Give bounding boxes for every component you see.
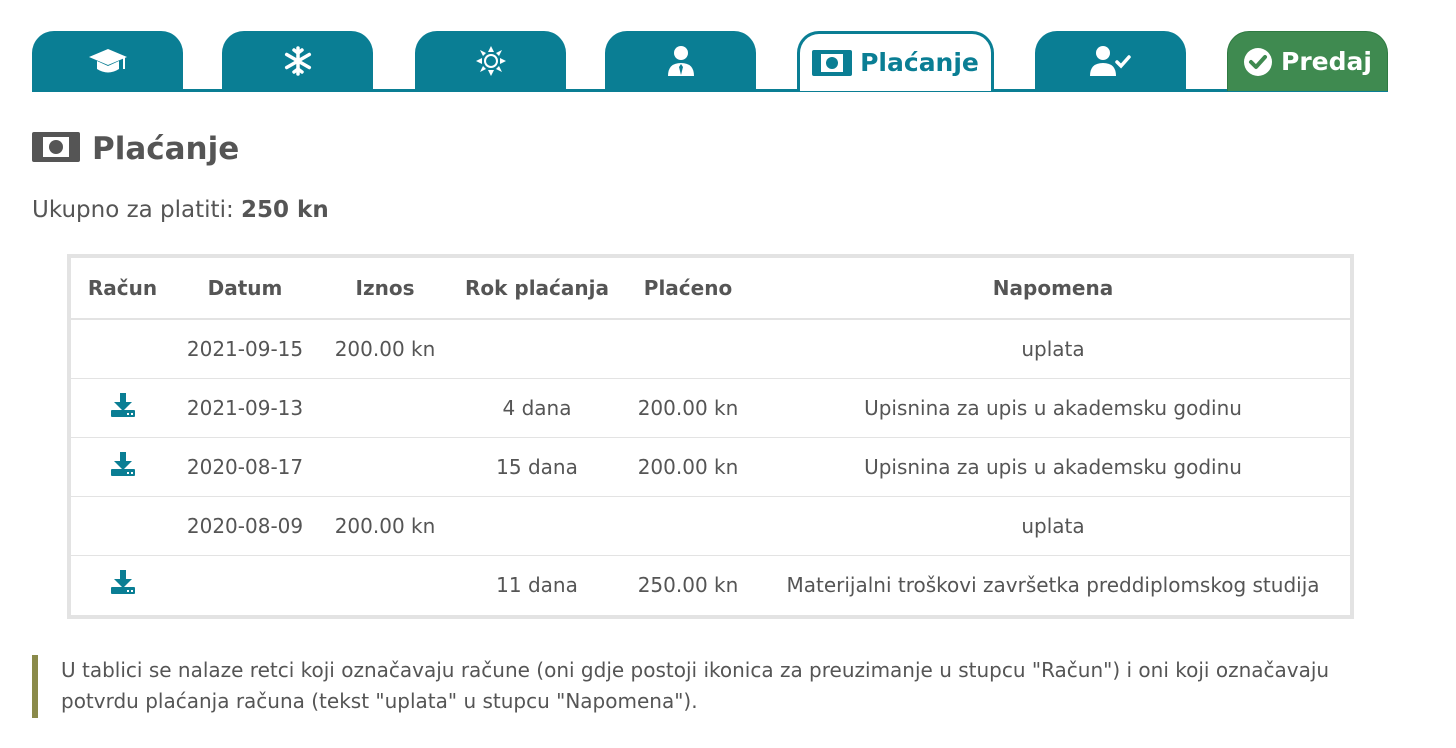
cell-racun	[71, 437, 174, 497]
cell-napomena: Upisnina za upis u akademsku godinu	[756, 378, 1350, 438]
tab-submit-label: Predaj	[1281, 47, 1372, 76]
payments-table: Račun Datum Iznos Rok plaćanja Plaćeno N…	[67, 254, 1354, 619]
cell-napomena: uplata	[756, 496, 1350, 556]
header-rok-placanja: Rok plaćanja	[454, 258, 620, 320]
cell-rok-placanja: 11 dana	[496, 572, 578, 597]
cell-napomena: Materijalni troškovi završetka preddiplo…	[786, 572, 1320, 597]
download-icon[interactable]	[110, 392, 136, 423]
tab-payment[interactable]: Plaćanje	[797, 31, 994, 91]
table-row: 2020-08-09 200.00 kn uplata	[71, 496, 1350, 556]
cell-racun	[71, 555, 174, 614]
cell-placeno: 200.00 kn	[620, 378, 756, 438]
tab-submit[interactable]: Predaj	[1227, 31, 1388, 91]
cell-placeno: 200.00 kn	[620, 437, 756, 497]
cell-racun	[71, 496, 174, 556]
cell-iznos	[316, 378, 454, 438]
check-circle-icon	[1243, 47, 1273, 77]
header-datum: Datum	[174, 258, 316, 320]
cell-rok-placanja: 4 dana	[454, 378, 620, 438]
table-row: 2021-09-13 4 dana 200.00 kn Upisnina za upi…	[71, 378, 1350, 438]
cell-placeno: 250.00 kn	[637, 572, 739, 597]
cell-datum	[174, 555, 316, 614]
info-note: U tablici se nalaze retci koji označavaj…	[32, 655, 1392, 718]
page-heading: Plaćanje	[32, 131, 239, 167]
cell-iznos: 200.00 kn	[316, 496, 454, 556]
header-napomena: Napomena	[756, 258, 1350, 320]
cell-iznos	[316, 437, 454, 497]
tab-bar: Plaćanje Predaj	[32, 0, 1388, 93]
cell-datum: 2021-09-13	[174, 378, 316, 438]
header-iznos: Iznos	[316, 258, 454, 320]
download-icon[interactable]	[110, 569, 136, 600]
note-line-2: potvrdu plaćanja računa (tekst "uplata" …	[61, 689, 698, 713]
graduation-cap-icon	[88, 46, 128, 76]
snowflake-icon	[283, 46, 313, 76]
tab-personal[interactable]	[605, 31, 756, 91]
note-line-1: U tablici se nalaze retci koji označavaj…	[61, 658, 1330, 682]
cell-iznos: 200.00 kn	[316, 319, 454, 379]
cell-napomena: uplata	[756, 319, 1350, 379]
tab-winter[interactable]	[222, 31, 373, 91]
tab-summer[interactable]	[415, 31, 566, 91]
user-tie-icon	[667, 45, 695, 77]
user-check-icon	[1089, 45, 1132, 77]
tab-education[interactable]	[32, 31, 183, 91]
cell-placeno	[620, 496, 756, 556]
money-bill-icon	[32, 132, 80, 166]
table-header-row: Račun Datum Iznos Rok plaćanja Plaćeno N…	[71, 258, 1350, 320]
cell-racun	[71, 378, 174, 438]
table-row: 11 dana 250.00 kn Materijalni troškovi zav…	[71, 555, 1350, 614]
cell-datum: 2020-08-09	[174, 496, 316, 556]
cell-racun	[71, 319, 174, 379]
total-amount: Ukupno za platiti: 250 kn	[32, 197, 329, 223]
cell-rok-placanja: 15 dana	[454, 437, 620, 497]
money-bill-icon	[812, 49, 853, 76]
header-placeno: Plaćeno	[620, 258, 756, 320]
cell-napomena: Upisnina za upis u akademsku godinu	[756, 437, 1350, 497]
total-value: 250 kn	[241, 197, 329, 223]
total-label: Ukupno za platiti:	[32, 197, 234, 223]
tab-confirmation[interactable]	[1035, 31, 1186, 91]
sun-icon	[475, 45, 507, 77]
tab-payment-label: Plaćanje	[860, 48, 979, 77]
table-row: 2020-08-17 15 dana 200.00 kn Upisnina za up…	[71, 437, 1350, 497]
table-row: 2021-09-15 200.00 kn uplata	[71, 319, 1350, 379]
cell-rok-placanja	[454, 319, 620, 379]
cell-datum: 2021-09-15	[174, 319, 316, 379]
cell-datum: 2020-08-17	[174, 437, 316, 497]
cell-rok-placanja	[454, 496, 620, 556]
cell-iznos	[316, 555, 454, 614]
header-racun: Račun	[71, 258, 174, 320]
download-icon[interactable]	[110, 451, 136, 482]
page-title: Plaćanje	[92, 131, 240, 167]
cell-placeno	[620, 319, 756, 379]
